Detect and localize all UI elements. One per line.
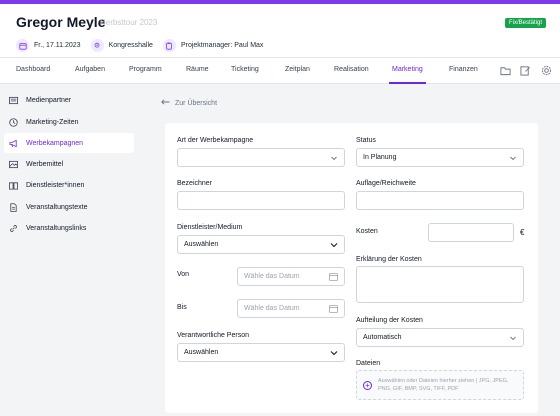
event-header: Gregor Meyle Herbsttour 2023 Fix/Bestäti… xyxy=(0,4,560,58)
auflage-label: Auflage/Reichweite xyxy=(356,180,416,187)
sidebar-item-label: Medienpartner xyxy=(26,96,72,104)
status-label: Status xyxy=(356,137,376,144)
event-meta: Fr., 17.11.2023 Kongresshalle Projektman… xyxy=(16,39,263,52)
upload-hint: Auswählen oder Dateien hierher ziehen | … xyxy=(378,378,509,392)
plus-icon[interactable]: + xyxy=(363,380,372,390)
tab-programm[interactable]: Programm xyxy=(129,58,162,84)
sidebar-item-veranstaltungstexte[interactable]: Veranstaltungstexte xyxy=(4,197,134,217)
verantwortlich-select-value: Auswählen xyxy=(184,349,219,356)
sidebar-item-label: Veranstaltungslinks xyxy=(26,224,87,232)
file-upload-dropzone[interactable]: + Auswählen oder Dateien hierher ziehen … xyxy=(356,370,524,400)
back-link-label: Zur Übersicht xyxy=(175,99,218,107)
von-date-input[interactable]: Wähle das Datum xyxy=(237,267,345,286)
tab-realisation[interactable]: Realisation xyxy=(334,58,369,84)
status-select-value: In Planung xyxy=(363,154,397,161)
dienstleister-select-value: Auswählen xyxy=(184,241,219,248)
sidebar-item-label: Marketing-Zeiten xyxy=(26,118,79,126)
folder-icon[interactable] xyxy=(500,65,511,76)
bis-label: Bis xyxy=(177,304,187,311)
art-select[interactable] xyxy=(177,148,345,167)
campaign-form: Art der Werbekampagne Bezeichner Dienstl… xyxy=(165,123,538,413)
status-badge[interactable]: Fix/Bestätigt xyxy=(504,18,546,28)
currency-symbol: € xyxy=(520,228,525,237)
arrow-left-icon xyxy=(161,99,170,107)
edit-icon[interactable] xyxy=(520,65,531,76)
event-venue-text: Kongresshalle xyxy=(108,42,153,49)
chevron-down-icon xyxy=(510,156,516,161)
sidebar-item-werbemittel[interactable]: Werbemittel xyxy=(4,154,134,174)
clipboard-icon xyxy=(162,39,176,52)
tab-finanzen[interactable]: Finanzen xyxy=(449,58,478,84)
auflage-input[interactable] xyxy=(356,191,524,210)
settings-icon[interactable] xyxy=(541,65,552,76)
sidebar-item-dienstleister[interactable]: Dienstleister*innen xyxy=(4,175,134,195)
megaphone-icon xyxy=(9,139,18,148)
event-date-text: Fr., 17.11.2023 xyxy=(34,42,81,49)
tab-ticketing[interactable]: Ticketing xyxy=(231,58,259,84)
back-link[interactable]: Zur Übersicht xyxy=(161,99,217,107)
document-icon xyxy=(9,202,18,212)
bis-placeholder: Wähle das Datum xyxy=(244,305,300,312)
location-icon xyxy=(90,39,104,52)
bis-date-input[interactable]: Wähle das Datum xyxy=(237,299,345,318)
tab-dashboard[interactable]: Dashboard xyxy=(16,58,50,84)
event-venue: Kongresshalle xyxy=(90,39,153,52)
event-date: Fr., 17.11.2023 xyxy=(16,39,81,52)
sidebar-item-medienpartner[interactable]: Medienpartner xyxy=(4,90,134,110)
sidebar-item-label: Dienstleister*innen xyxy=(26,181,85,189)
dienstleister-select[interactable]: Auswählen xyxy=(177,235,345,254)
calendar-icon xyxy=(329,305,338,313)
dienstleister-label: Dienstleister/Medium xyxy=(177,224,243,231)
chevron-down-icon xyxy=(330,351,338,356)
newspaper-icon xyxy=(9,96,18,105)
sidebar-item-veranstaltungslinks[interactable]: Veranstaltungslinks xyxy=(4,218,134,238)
book-icon xyxy=(9,181,18,190)
chevron-down-icon xyxy=(331,156,337,161)
art-label: Art der Werbekampagne xyxy=(177,137,254,144)
aufteilung-select-value: Automatisch xyxy=(363,334,402,341)
link-icon xyxy=(9,224,18,233)
bezeichner-label: Bezeichner xyxy=(177,180,213,187)
chevron-down-icon xyxy=(510,336,516,341)
erklaerung-label: Erklärung der Kosten xyxy=(356,256,422,263)
aufteilung-label: Aufteilung der Kosten xyxy=(356,317,423,324)
status-select[interactable]: In Planung xyxy=(356,148,524,167)
sidebar-item-marketing-zeiten[interactable]: Marketing-Zeiten xyxy=(4,112,134,132)
event-manager: Projektmanager: Paul Max xyxy=(162,39,264,52)
von-placeholder: Wähle das Datum xyxy=(244,273,300,280)
verantwortlich-label: Verantwortliche Person xyxy=(177,332,249,339)
page-title: Gregor Meyle xyxy=(16,14,106,30)
tab-marketing[interactable]: Marketing xyxy=(389,58,426,84)
kosten-label: Kosten xyxy=(356,228,378,235)
kosten-input[interactable] xyxy=(428,223,514,242)
aufteilung-select[interactable]: Automatisch xyxy=(356,328,524,347)
erklaerung-textarea[interactable] xyxy=(356,266,524,303)
calendar-icon xyxy=(329,273,338,281)
image-icon xyxy=(9,160,18,169)
clock-icon xyxy=(9,117,18,127)
chevron-down-icon xyxy=(330,243,338,248)
page-subtitle: Herbsttour 2023 xyxy=(100,18,158,27)
tab-raeume[interactable]: Räume xyxy=(186,58,209,84)
verantwortlich-select[interactable]: Auswählen xyxy=(177,343,345,362)
sidebar-item-werbekampagnen[interactable]: Werbekampagnen xyxy=(4,133,134,153)
von-label: Von xyxy=(177,271,190,278)
sidebar-item-label: Werbekampagnen xyxy=(26,139,84,147)
calendar-icon xyxy=(16,39,29,52)
tab-zeitplan[interactable]: Zeitplan xyxy=(285,58,310,84)
dateien-label: Dateien xyxy=(356,360,381,367)
main-tabs: Dashboard Aufgaben Programm Räume Ticket… xyxy=(0,58,560,84)
event-manager-text: Projektmanager: Paul Max xyxy=(180,42,264,49)
bezeichner-input[interactable] xyxy=(177,191,345,210)
tab-aufgaben[interactable]: Aufgaben xyxy=(75,58,105,84)
sidebar-item-label: Werbemittel xyxy=(26,160,64,168)
sidebar-item-label: Veranstaltungstexte xyxy=(26,203,88,211)
